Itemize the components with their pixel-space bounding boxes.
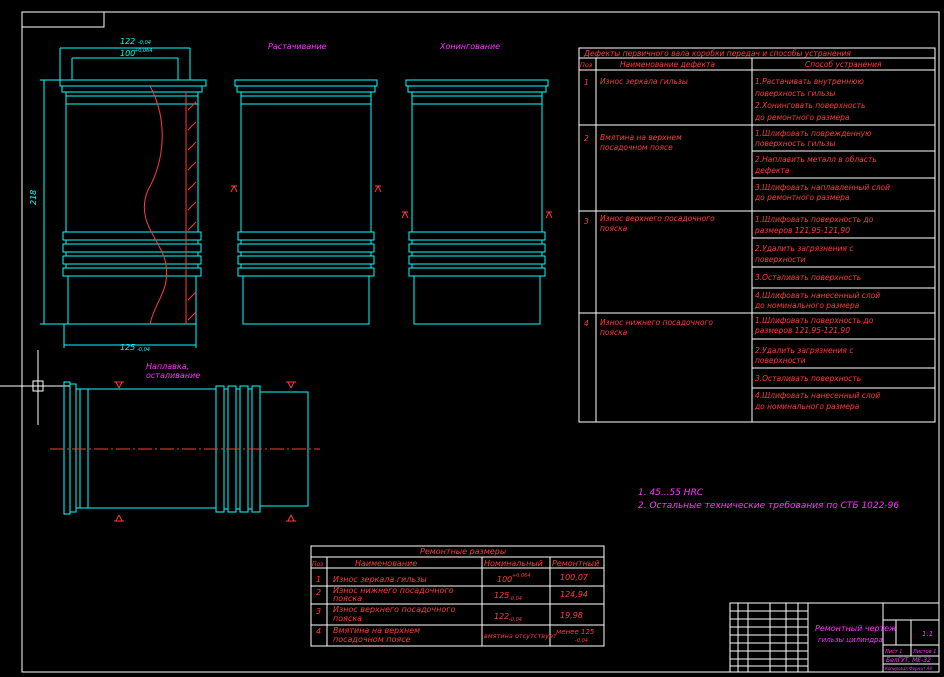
repair-header-nominal: Номинальный xyxy=(484,559,543,568)
repair-row-3-name-1: Износ верхнего посадочного xyxy=(333,605,455,614)
title-block-sheets: Листов 1 xyxy=(912,649,936,655)
repair-table-title: Ремонтные размеры xyxy=(420,547,506,556)
defect-row-1-name: Износ зеркала гильзы xyxy=(600,77,688,86)
honing-view xyxy=(401,79,553,325)
defects-header-method: Способ устранения xyxy=(805,60,882,69)
dim-125-label: 125 xyxy=(120,343,135,352)
honing-label: Хонингование xyxy=(439,42,500,51)
defect-row-1-method-1a: 1.Растачивать внутреннюю xyxy=(755,77,864,86)
defect-row-1-method-2a: 2.Хонинговать поверхность xyxy=(755,101,865,110)
defect-row-4-name-2: пояска xyxy=(600,328,628,337)
defect-row-2-num: 2 xyxy=(584,134,589,143)
repair-row-2-repair: 124,94 xyxy=(560,590,588,599)
dim-100-label: 100 xyxy=(120,49,135,58)
repair-row-3-nominal-tol: -0,04 xyxy=(509,617,522,623)
defect-row-3-method-4b: до номинального размера xyxy=(754,301,860,310)
defect-row-4-method-1b: размеров 121,95-121,90 xyxy=(754,326,850,335)
note-2: 2. Остальные технические требования по С… xyxy=(638,501,899,511)
surfacing-label-line2: осталивание xyxy=(146,371,200,380)
repair-row-4-name-2: посадочном поясе xyxy=(333,635,411,644)
dim-100-tolerance: +0,064 xyxy=(134,48,153,54)
defect-row-2-method-3b: до ремонтного размера xyxy=(754,193,850,202)
defects-header-pos: Поз xyxy=(580,61,593,69)
repair-row-4-num: 4 xyxy=(316,627,321,636)
repair-row-1-name: Износ зеркала гильзы xyxy=(333,575,427,584)
defect-row-3-method-1a: 1.Шлифовать поверхность до xyxy=(755,215,874,224)
defects-header-name: Наименование дефекта xyxy=(620,60,715,69)
boring-view xyxy=(230,79,382,325)
defect-row-4-method-2b: поверхности xyxy=(755,356,806,365)
dim-122-label: 122 xyxy=(120,37,135,46)
repair-row-4-name-1: Вмятина на верхнем xyxy=(333,626,420,635)
defect-row-4-method-4b: до номинального размера xyxy=(754,402,860,411)
defect-row-1-method-2b: до ремонтного размера xyxy=(754,113,850,122)
repair-row-4-nominal: вмятина отсутствует xyxy=(484,632,557,640)
surfacing-label-line1: Наплавка, xyxy=(146,362,189,371)
defect-row-3-method-4a: 4.Шлифовать нанесенный слой xyxy=(755,291,880,300)
repair-row-3-num: 3 xyxy=(316,607,321,616)
defect-row-2-method-2a: 2.Наплавить металл в область xyxy=(755,155,877,164)
liner-section-view xyxy=(40,47,207,348)
repair-row-1-nominal: 100 xyxy=(497,575,512,584)
repair-row-1-repair: 100,07 xyxy=(560,573,589,582)
defect-row-4-method-2a: 2.Удалить загрязнения с xyxy=(755,346,854,355)
repair-header-repair: Ремонтный xyxy=(552,559,599,568)
defect-row-2-method-3a: 3.Шлифовать наплавленный слой xyxy=(755,183,890,192)
repair-row-1-nominal-tol: +0,064 xyxy=(512,573,531,579)
repair-header-name: Наименование xyxy=(355,559,417,568)
repair-row-2-num: 2 xyxy=(316,588,321,597)
defect-row-3-method-2b: поверхности xyxy=(755,255,806,264)
defect-row-2-name-2: посадочном поясе xyxy=(600,143,673,152)
repair-row-4-repair-tol: -0,04 xyxy=(575,638,588,644)
repair-row-3-nominal: 122 xyxy=(494,612,509,621)
dim-122-tolerance: -0,04 xyxy=(138,40,151,46)
dim-125-tolerance: -0,04 xyxy=(137,347,150,353)
title-block-org: БелГУТ, МЕ-32 xyxy=(886,657,931,664)
repair-row-2-name-2: пояска xyxy=(333,594,362,603)
defect-row-2-method-1b: поверхность гильзы xyxy=(755,139,836,148)
repair-row-3-name-2: пояска xyxy=(333,614,362,623)
drawing-canvas: 122 -0,04 100 +0,064 218 125 -0,04 Раста… xyxy=(0,11,940,673)
boring-label: Растачивание xyxy=(268,42,327,51)
surfacing-view xyxy=(50,381,320,522)
defect-row-3-num: 3 xyxy=(584,217,589,226)
defect-row-2-method-1a: 1.Шлифовать поврежденную xyxy=(755,129,871,138)
crosshair-cursor-icon xyxy=(0,350,70,425)
repair-row-4-repair: менее 125 xyxy=(556,628,595,636)
note-1: 1. 45...55 HRC xyxy=(638,488,704,498)
defect-row-1-method-1b: поверхность гильзы xyxy=(755,89,836,98)
defect-row-4-method-3a: 3.Осталивать поверхность xyxy=(755,374,861,383)
defect-row-4-num: 4 xyxy=(584,319,589,328)
title-block-title-2: гильзы цилиндра xyxy=(818,636,883,644)
defect-row-4-name-1: Износ нижнего посадочного xyxy=(600,318,713,327)
defect-row-2-name-1: Вмятина на верхнем xyxy=(600,133,682,142)
defect-row-2-method-2b: дефекта xyxy=(754,166,790,175)
title-block-sheet: Лист 1 xyxy=(884,649,902,655)
dim-218-label: 218 xyxy=(29,190,38,205)
defect-row-3-method-3a: 3.Осталивать поверхность xyxy=(755,273,861,282)
repair-row-2-nominal-tol: -0,04 xyxy=(509,596,522,602)
title-block-scale: 1:1 xyxy=(922,630,933,638)
defect-row-3-method-1b: размеров 121,95-121,90 xyxy=(754,226,850,235)
defect-row-1-num: 1 xyxy=(584,78,589,87)
repair-row-3-repair: 19,98 xyxy=(560,611,583,620)
defect-row-3-name-1: Износ верхнего посадочного xyxy=(600,214,715,223)
repair-row-2-nominal: 125 xyxy=(494,591,509,600)
defect-row-4-method-4a: 4.Шлифовать нанесенный слой xyxy=(755,391,880,400)
defects-table-title: Дефекты первичного вала коробки передач … xyxy=(583,49,851,58)
title-block-title-1: Ремонтный чертеж xyxy=(815,624,897,633)
title-block-format: Копировал Формат А4 xyxy=(885,666,932,671)
defect-row-4-method-1a: 1.Шлифовать поверхность до xyxy=(755,316,874,325)
defect-row-3-method-2a: 2.Удалить загрязнения с xyxy=(755,244,854,253)
repair-row-1-num: 1 xyxy=(316,575,321,584)
repair-header-pos: Поз xyxy=(312,561,323,568)
defect-row-3-name-2: пояска xyxy=(600,224,628,233)
